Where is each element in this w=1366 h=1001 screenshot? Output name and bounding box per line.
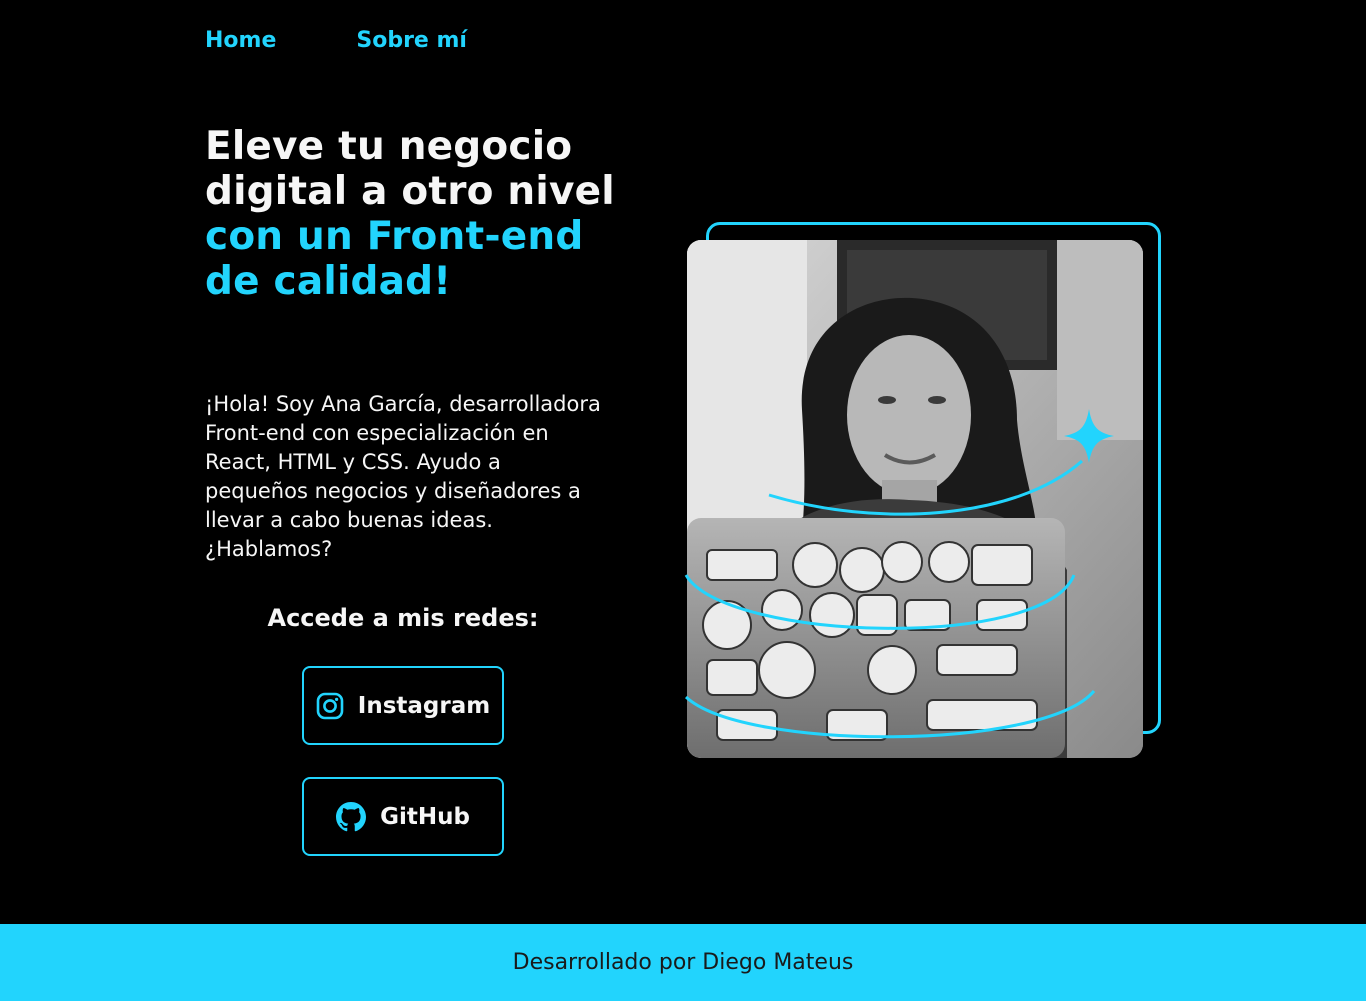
page-footer: Desarrollado por Diego Mateus	[0, 924, 1366, 1001]
nav-link-home[interactable]: Home	[205, 26, 276, 56]
github-icon	[336, 801, 367, 832]
instagram-button-label: Instagram	[357, 692, 491, 719]
main-nav: Home Sobre mí	[205, 26, 467, 56]
github-button-label: GitHub	[380, 803, 470, 830]
instagram-button[interactable]: Instagram	[302, 666, 504, 745]
nav-link-sobre-mi[interactable]: Sobre mí	[356, 26, 467, 56]
profile-photo	[687, 240, 1143, 758]
footer-credit-text: Desarrollado por Diego Mateus	[512, 950, 854, 975]
hero-headline: Eleve tu negocio digital a otro nivel co…	[205, 124, 625, 304]
headline-text: Eleve tu negocio digital a otro nivel	[205, 124, 615, 214]
github-button[interactable]: GitHub	[302, 777, 504, 856]
instagram-icon	[316, 692, 344, 720]
headline-accent-text: con un Front-end de calidad!	[205, 214, 584, 304]
hero-intro-text: ¡Hola! Soy Ana García, desarrolladora Fr…	[205, 392, 601, 561]
social-section-title: Accede a mis redes:	[267, 604, 539, 632]
profile-photo-section	[684, 221, 1164, 761]
